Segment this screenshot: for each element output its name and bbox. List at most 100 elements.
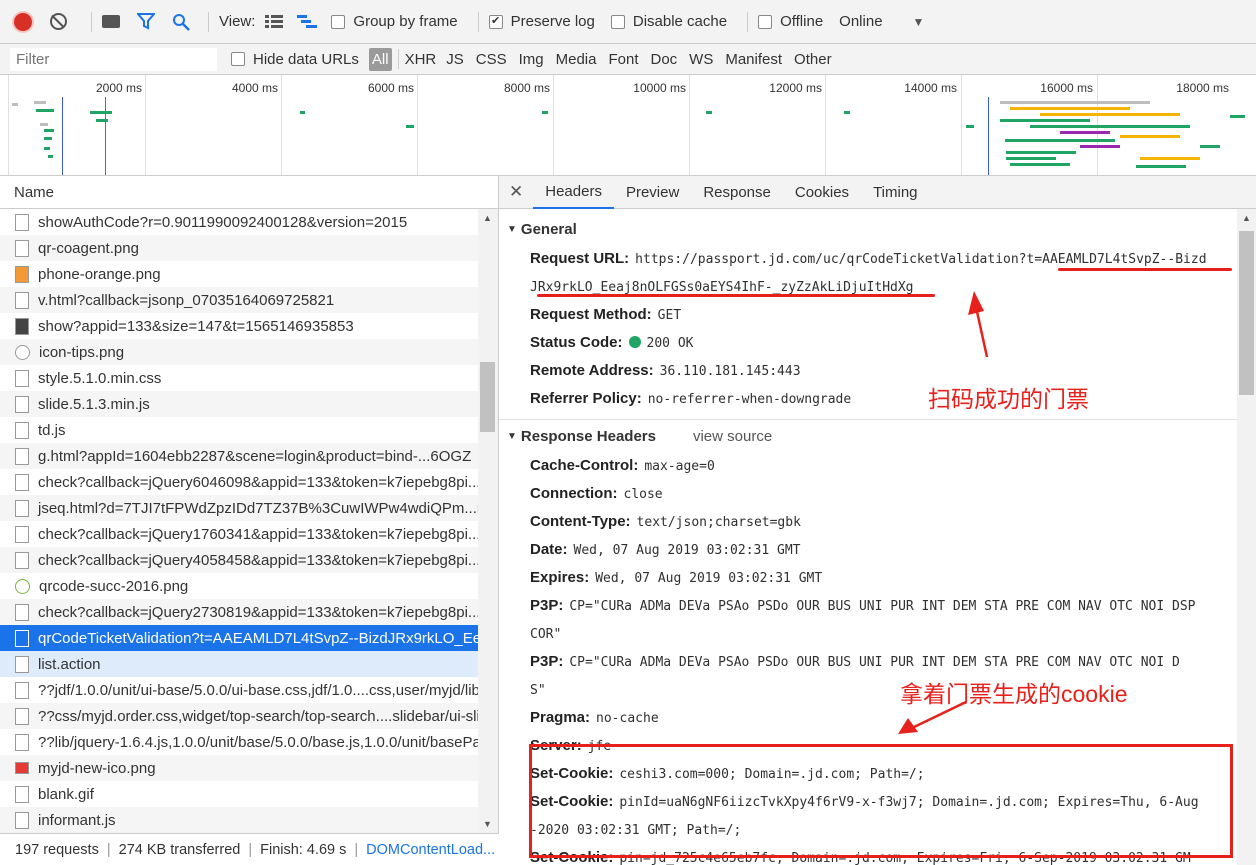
type-filter-js[interactable]: JS <box>446 51 464 68</box>
request-row[interactable]: g.html?appId=1604ebb2287&scene=login&pro… <box>0 443 478 469</box>
request-row[interactable]: jseq.html?d=7TJI7tFPWdZpzIDd7TZ37B%3CuwI… <box>0 495 478 521</box>
request-row[interactable]: qr-coagent.png <box>0 235 478 261</box>
clear-button[interactable] <box>50 13 67 30</box>
record-button[interactable] <box>14 12 32 31</box>
group-by-frame-checkbox[interactable]: Group by frame <box>331 13 458 30</box>
file-icon <box>15 629 29 647</box>
request-row[interactable]: ??css/myjd.order.css,widget/top-search/t… <box>0 703 478 729</box>
type-filter-img[interactable]: Img <box>519 51 544 68</box>
request-bar <box>1136 165 1186 168</box>
status-code-row: Status Code: 200 OK <box>499 329 1237 357</box>
ticket-annotation: 扫码成功的门票 <box>928 386 1089 412</box>
request-url-key: Request URL: <box>530 250 630 267</box>
clear-icon <box>51 14 65 29</box>
request-row[interactable]: check?callback=jQuery6046098&appid=133&t… <box>0 469 478 495</box>
checkbox-icon <box>610 14 625 29</box>
type-filter-doc[interactable]: Doc <box>650 51 677 68</box>
request-row[interactable]: list.action <box>0 651 478 677</box>
file-icon <box>15 473 29 491</box>
request-row[interactable]: check?callback=jQuery4058458&appid=133&t… <box>0 547 478 573</box>
network-overview-timeline[interactable]: 2000 ms 4000 ms 6000 ms 8000 ms 10000 ms… <box>0 75 1256 176</box>
expand-triangle-icon: ▼ <box>507 430 517 442</box>
large-rows-icon[interactable] <box>265 14 284 29</box>
request-row[interactable]: informant.js <box>0 807 478 833</box>
general-section-toggle[interactable]: ▼ General <box>499 213 1237 245</box>
response-header-row-cont: COR" <box>499 620 1237 648</box>
request-bar <box>1000 119 1090 122</box>
request-row[interactable]: check?callback=jQuery2730819&appid=133&t… <box>0 599 478 625</box>
filter-icon[interactable] <box>137 13 155 30</box>
scroll-up-arrow-icon[interactable]: ▲ <box>483 213 492 223</box>
remote-address-row: Remote Address: 36.110.181.145:443 <box>499 357 1237 385</box>
scroll-down-arrow-icon[interactable]: ▼ <box>483 819 492 829</box>
throttling-select[interactable]: Online ▼ <box>839 13 924 30</box>
dropdown-arrow-icon: ▼ <box>912 14 925 29</box>
request-row-selected[interactable]: qrCodeTicketValidation?t=AAEAMLD7L4tSvpZ… <box>0 625 478 651</box>
request-row[interactable]: slide.5.1.3.min.js <box>0 391 478 417</box>
type-filter-ws[interactable]: WS <box>689 51 713 68</box>
type-filter-manifest[interactable]: Manifest <box>725 51 782 68</box>
request-name: phone-orange.png <box>38 265 161 283</box>
request-row[interactable]: qrcode-succ-2016.png <box>0 573 478 599</box>
request-row[interactable]: check?callback=jQuery1760341&appid=133&t… <box>0 521 478 547</box>
request-name: myjd-new-ico.png <box>38 759 156 777</box>
group-by-frame-label: Group by frame <box>353 13 458 30</box>
request-row[interactable]: showAuthCode?r=0.9011990092400128&versio… <box>0 209 478 235</box>
close-details-icon[interactable]: ✕ <box>499 182 533 202</box>
network-toolbar: View: Group by frame ✔ Preserve log Disab… <box>0 0 1256 44</box>
scrollbar-thumb[interactable] <box>480 362 495 432</box>
request-row[interactable]: icon-tips.png <box>0 339 478 365</box>
file-icon <box>15 681 29 699</box>
timeline-tick-label: 18000 ms <box>1176 81 1229 95</box>
file-icon <box>15 811 29 829</box>
preserve-log-checkbox[interactable]: ✔ Preserve log <box>488 13 595 30</box>
tab-headers[interactable]: Headers <box>533 176 614 209</box>
header-value-cont: COR" <box>530 627 562 642</box>
screenshot-camera-icon[interactable] <box>102 15 120 28</box>
image-icon <box>15 762 29 774</box>
request-row[interactable]: phone-orange.png <box>0 261 478 287</box>
disable-cache-checkbox[interactable]: Disable cache <box>610 13 727 30</box>
request-name: check?callback=jQuery1760341&appid=133&t… <box>38 525 478 543</box>
type-filter-media[interactable]: Media <box>556 51 597 68</box>
request-list-scrollbar[interactable]: ▲ ▼ <box>478 209 498 833</box>
request-row[interactable]: style.5.1.0.min.css <box>0 365 478 391</box>
tab-preview[interactable]: Preview <box>614 176 691 209</box>
tab-response[interactable]: Response <box>691 176 783 209</box>
request-row[interactable]: myjd-new-ico.png <box>0 755 478 781</box>
tab-cookies[interactable]: Cookies <box>783 176 861 209</box>
request-name: informant.js <box>38 811 116 829</box>
request-row[interactable]: td.js <box>0 417 478 443</box>
hide-data-urls-checkbox[interactable]: Hide data URLs <box>231 51 359 68</box>
header-key: P3P: <box>530 597 564 614</box>
type-filter-xhr[interactable]: XHR <box>405 51 437 68</box>
type-filter-font[interactable]: Font <box>608 51 638 68</box>
type-filter-all[interactable]: All <box>368 47 392 71</box>
request-name: v.html?callback=jsonp_07035164069725821 <box>38 291 335 309</box>
tab-timing[interactable]: Timing <box>861 176 929 209</box>
name-column-header[interactable]: Name <box>0 176 498 209</box>
details-scrollbar[interactable]: ▲ <box>1237 209 1256 865</box>
request-bar <box>1005 139 1115 142</box>
request-list[interactable]: showAuthCode?r=0.9011990092400128&versio… <box>0 209 478 833</box>
request-row[interactable]: blank.gif <box>0 781 478 807</box>
view-source-link[interactable]: view source <box>693 428 772 445</box>
scrollbar-thumb[interactable] <box>1239 231 1254 395</box>
request-row[interactable]: show?appid=133&size=147&t=1565146935853 <box>0 313 478 339</box>
waterfall-icon[interactable] <box>297 14 318 29</box>
filter-input[interactable] <box>10 47 217 71</box>
scroll-up-arrow-icon[interactable]: ▲ <box>1242 213 1251 223</box>
request-row[interactable]: v.html?callback=jsonp_07035164069725821 <box>0 287 478 313</box>
file-icon <box>15 213 29 231</box>
type-filter-css[interactable]: CSS <box>476 51 507 68</box>
request-bar <box>12 103 18 106</box>
search-icon[interactable] <box>172 13 190 31</box>
name-column-label: Name <box>14 183 55 201</box>
offline-checkbox[interactable]: Offline <box>758 13 823 30</box>
remote-address-value: 36.110.181.145:443 <box>659 364 801 379</box>
response-headers-section-toggle[interactable]: ▼ Response Headers view source <box>499 420 1237 452</box>
type-filter-other[interactable]: Other <box>794 51 832 68</box>
request-row[interactable]: ??lib/jquery-1.6.4.js,1.0.0/unit/base/5.… <box>0 729 478 755</box>
request-row[interactable]: ??jdf/1.0.0/unit/ui-base/5.0.0/ui-base.c… <box>0 677 478 703</box>
header-value: text/json;charset=gbk <box>636 515 801 530</box>
